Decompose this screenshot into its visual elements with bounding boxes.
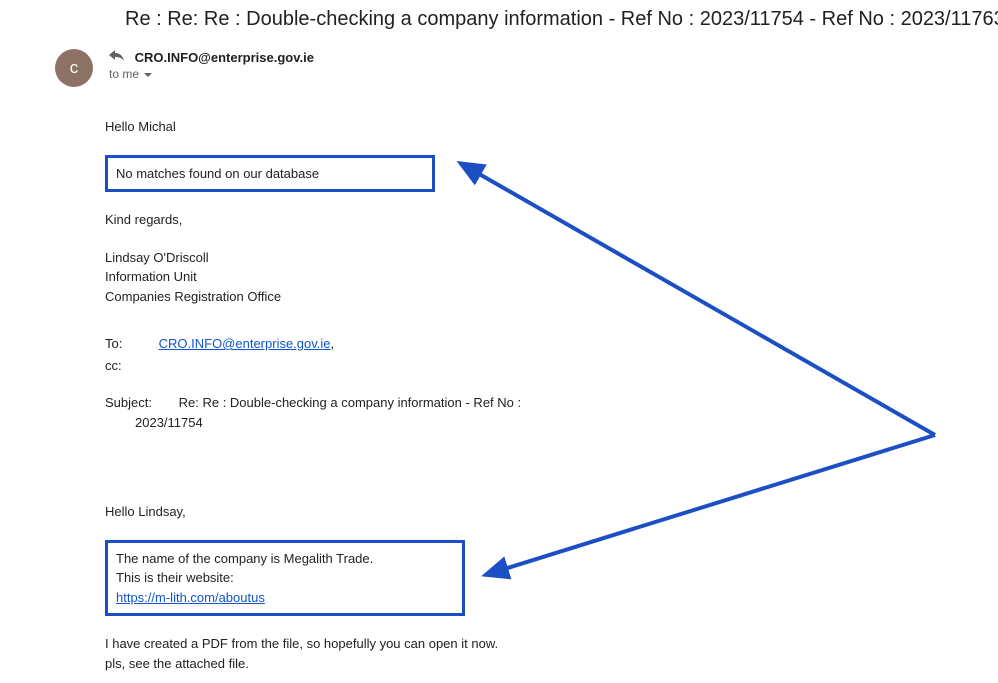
quoted-subject-l2: 2023/11754 [135,413,958,433]
chevron-down-icon [144,73,152,77]
quoted-subject: Subject: Re: Re : Double-checking a comp… [105,393,958,413]
quoted-cc-line: cc: [105,356,958,376]
recipient-dropdown[interactable]: to me [109,67,314,81]
reply-icon [109,50,125,65]
callout-no-matches-text: No matches found on our database [116,166,319,181]
closing-text: Kind regards, [105,210,958,230]
quoted-to-email-link[interactable]: CRO.INFO@enterprise.gov.ie [159,336,331,351]
sender-email: CRO.INFO@enterprise.gov.ie [135,50,314,65]
email-subject: Re : Re: Re : Double-checking a company … [0,0,998,49]
callout-company-name-text: The name of the company is Megalith Trad… [116,549,454,569]
greeting-text: Hello Michal [105,117,958,137]
subject-label: Subject: [105,393,175,413]
email-body: Hello Michal No matches found on our dat… [0,87,998,683]
signature-unit: Information Unit [105,267,958,287]
quoted-subject-l1: Re: Re : Double-checking a company infor… [179,395,522,410]
to-label: To: [105,334,155,354]
callout-company-info: The name of the company is Megalith Trad… [105,540,465,617]
avatar: c [55,49,93,87]
followup-text-l2: pls, see the attached file. [105,654,958,674]
signature-name: Lindsay O'Driscoll [105,248,958,268]
cc-label: cc: [105,356,155,376]
trailing-comma: , [331,336,335,351]
signature-org: Companies Registration Office [105,287,958,307]
callout-no-matches: No matches found on our database [105,155,435,193]
recipient-label: to me [109,67,139,81]
reply-greeting: Hello Lindsay, [105,502,958,522]
company-website-link[interactable]: https://m-lith.com/aboutus [116,590,265,605]
callout-website-label: This is their website: [116,568,454,588]
quoted-to-line: To: CRO.INFO@enterprise.gov.ie, [105,334,958,354]
followup-text-l1: I have created a PDF from the file, so h… [105,634,958,654]
email-header: c CRO.INFO@enterprise.gov.ie to me [0,49,998,87]
